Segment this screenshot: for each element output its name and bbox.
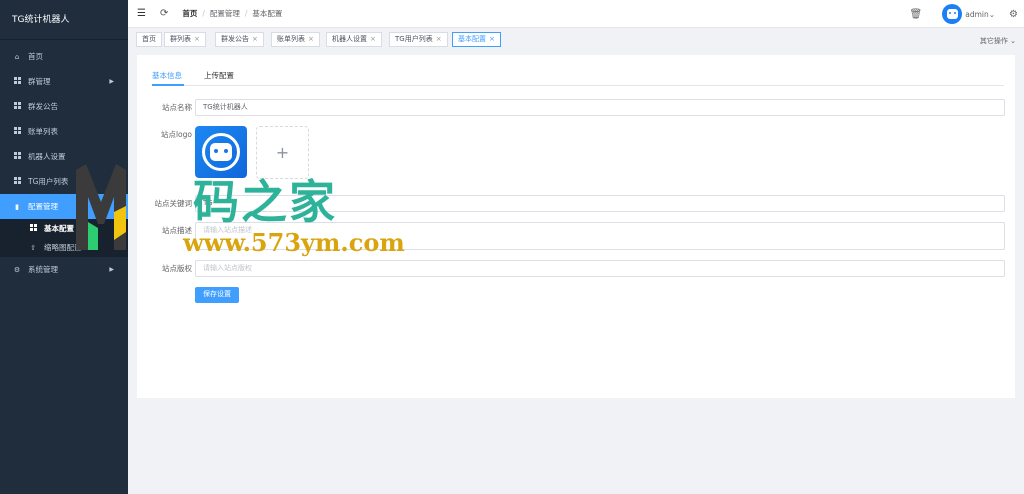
refresh-icon[interactable]: ⟳ [160, 8, 168, 19]
sidebar-item-bills[interactable]: 账单列表 [0, 119, 128, 144]
app-title: TG统计机器人 [0, 0, 128, 40]
grid-icon [12, 177, 22, 186]
breadcrumb: 首页 / 配置管理 / 基本配置 [182, 8, 282, 19]
tab-basic-info[interactable]: 基本信息 [152, 70, 182, 81]
sidebar-item-label: 群管理 [28, 77, 51, 86]
site-logo-label: 站点logo [160, 130, 192, 139]
tag-broadcast[interactable]: 群发公告 × [215, 32, 264, 47]
bar-chart-icon: ▮ [15, 202, 19, 211]
upload-icon: ⇧ [30, 243, 36, 252]
watermark-url: www.573ym.com [183, 228, 405, 257]
close-icon[interactable]: × [194, 35, 200, 43]
hamburger-icon[interactable]: ☰ [137, 8, 146, 19]
top-header: ☰ ⟳ 首页 / 配置管理 / 基本配置 🗑 admin⌄ ⚙ [128, 0, 1024, 28]
avatar[interactable] [942, 4, 963, 24]
sidebar-item-label: 机器人设置 [28, 152, 66, 161]
chevron-down-icon: ⌄ [988, 9, 996, 19]
site-copyright-label: 站点版权 [162, 264, 192, 273]
grid-icon [12, 102, 22, 111]
grid-icon [12, 127, 22, 136]
header-right: 🗑 admin⌄ ⚙ [910, 0, 1024, 28]
caret-right-icon: ▶ [109, 266, 114, 273]
watermark-logo-m [76, 164, 126, 250]
robot-icon [210, 143, 232, 161]
caret-right-icon: ▶ [109, 78, 114, 85]
username-dropdown[interactable]: admin⌄ [965, 10, 995, 19]
grid-icon [28, 224, 38, 233]
save-settings-button[interactable]: 保存设置 [195, 287, 239, 303]
tags-view-bar: 首页 群列表 × 群发公告 × 账单列表 × 机器人设置 × TG用户列表 × 基本配置 ×… [128, 28, 1024, 54]
gear-icon: ⚙ [13, 265, 21, 274]
settings-gear-icon[interactable]: ⚙ [1009, 9, 1018, 20]
close-icon[interactable]: × [489, 35, 495, 43]
site-keywords-label: 站点关键词 [154, 199, 193, 208]
tag-home[interactable]: 首页 [136, 32, 162, 47]
close-icon[interactable]: × [252, 35, 258, 43]
tag-bot-settings[interactable]: 机器人设置 × [326, 32, 382, 47]
chevron-down-icon: ⌄ [1010, 37, 1016, 45]
tag-tg-users[interactable]: TG用户列表 × [389, 32, 448, 47]
sidebar-item-label: 配置管理 [28, 202, 58, 211]
sidebar-item-broadcast[interactable]: 群发公告 [0, 94, 128, 119]
tag-bills[interactable]: 账单列表 × [271, 32, 320, 47]
sidebar-item-label: 账单列表 [28, 127, 58, 136]
more-operations-dropdown[interactable]: 其它操作 ⌄ [980, 36, 1016, 46]
sidebar-item-label: TG用户列表 [28, 177, 69, 186]
breadcrumb-separator: / [202, 9, 205, 18]
close-icon[interactable]: × [308, 35, 314, 43]
sidebar-item-label: 基本配置 [44, 224, 74, 233]
grid-icon [12, 77, 22, 86]
sidebar-item-home[interactable]: ⌂ 首页 [0, 44, 128, 69]
tab-active-underline [152, 84, 184, 86]
site-name-label: 站点名称 [162, 103, 192, 112]
site-copyright-input[interactable]: 请输入站点版权 [195, 260, 1005, 277]
home-icon: ⌂ [14, 52, 20, 61]
sidebar-item-system[interactable]: ⚙ 系统管理 ▶ [0, 257, 128, 282]
tag-basic-config[interactable]: 基本配置 × [452, 32, 501, 47]
watermark-text: 码之家 [193, 175, 337, 229]
grid-icon [12, 152, 22, 161]
sidebar-item-group-manage[interactable]: 群管理 ▶ [0, 69, 128, 94]
tab-upload-config[interactable]: 上传配置 [204, 70, 234, 81]
sidebar-item-label: 首页 [28, 52, 43, 61]
sidebar-item-label: 群发公告 [28, 102, 58, 111]
trash-icon[interactable]: 🗑 [910, 9, 923, 20]
tag-group-list[interactable]: 群列表 × [164, 32, 206, 47]
breadcrumb-config: 配置管理 [209, 9, 240, 18]
config-tabs: 基本信息 上传配置 [152, 68, 1004, 86]
breadcrumb-current: 基本配置 [252, 9, 283, 18]
plus-icon: + [275, 143, 290, 162]
sidebar-item-label: 系统管理 [28, 265, 58, 274]
close-icon[interactable]: × [436, 35, 442, 43]
close-icon[interactable]: × [370, 35, 376, 43]
site-name-input[interactable]: TG统计机器人 [195, 99, 1005, 116]
breadcrumb-separator: / [244, 9, 248, 18]
breadcrumb-home[interactable]: 首页 [182, 8, 197, 19]
robot-icon [946, 9, 958, 19]
